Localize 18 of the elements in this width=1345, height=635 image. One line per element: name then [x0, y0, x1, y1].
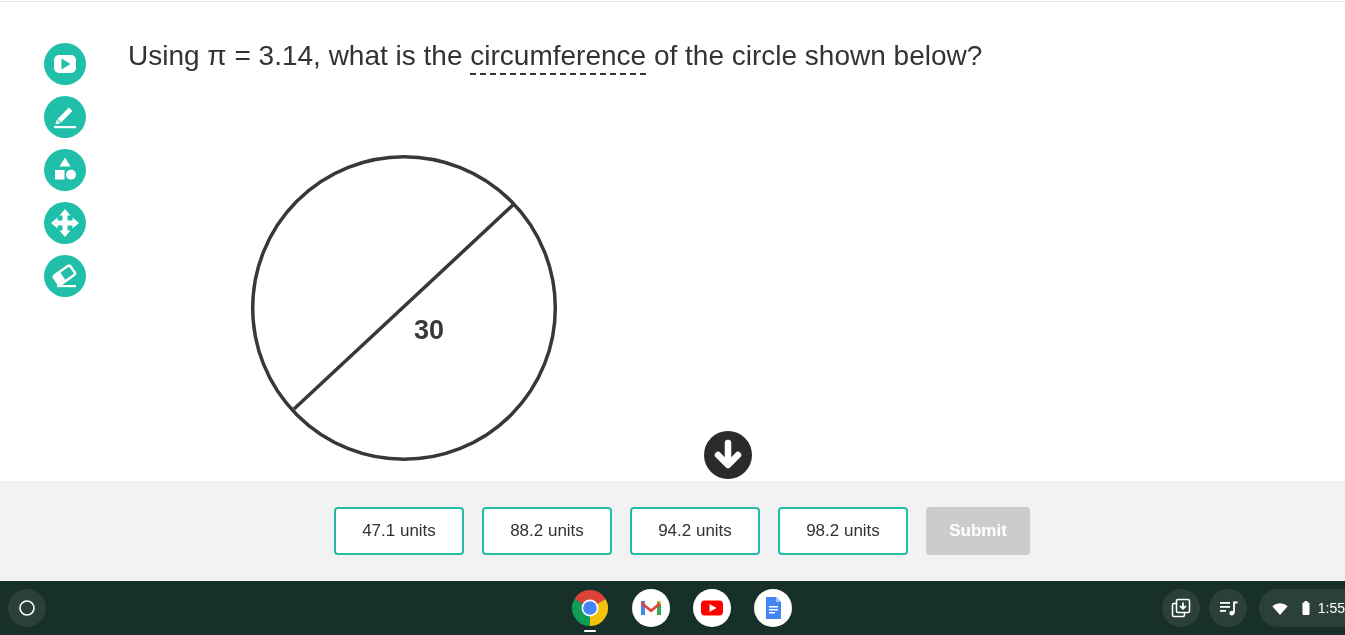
diameter-label: 30 [414, 315, 444, 345]
browser-icon[interactable] [571, 589, 609, 627]
status-tray-button[interactable]: 1:55 [1258, 589, 1345, 627]
answer-choice-button[interactable]: 47.1 units [334, 507, 464, 555]
mail-icon[interactable] [632, 589, 670, 627]
wifi-icon [1271, 601, 1288, 615]
stacked-squares-icon[interactable] [1161, 589, 1200, 627]
document-icon[interactable] [754, 589, 792, 627]
glossary-term-link[interactable]: circumference [470, 40, 647, 75]
answer-choice-button[interactable]: 94.2 units [630, 507, 760, 555]
answer-choice-button[interactable]: 98.2 units [778, 507, 908, 555]
question-text: Using π = 3.14, what is the circumference of the circle shown below? [128, 37, 983, 75]
battery-icon [1301, 601, 1310, 615]
play-icon[interactable] [693, 589, 731, 627]
playlist-icon[interactable] [1208, 589, 1247, 627]
arrow-down-icon[interactable] [704, 431, 752, 479]
ring-icon[interactable] [8, 589, 46, 627]
answer-choice-button[interactable]: 88.2 units [482, 507, 612, 555]
